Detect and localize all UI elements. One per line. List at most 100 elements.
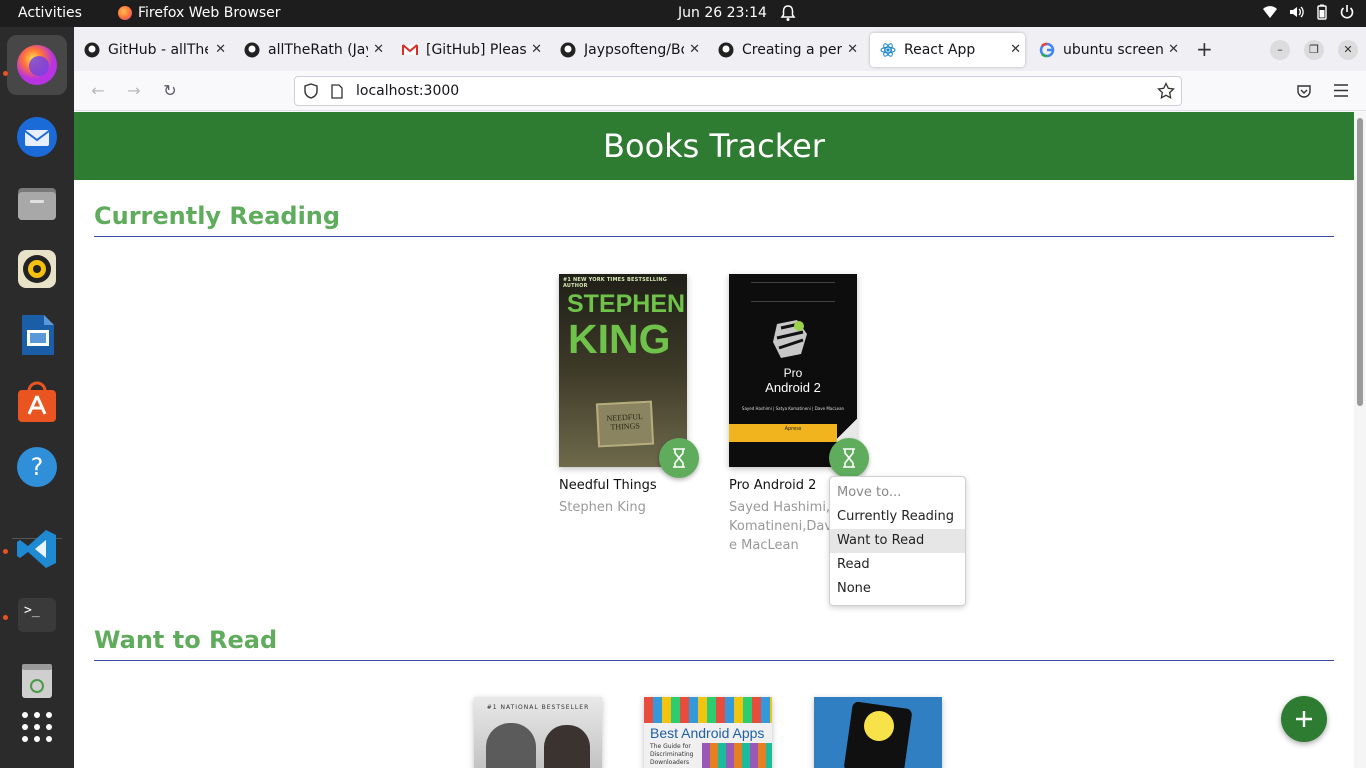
power-icon — [1340, 5, 1354, 19]
help-icon: ? — [17, 447, 57, 487]
tab-gmail[interactable]: [GitHub] Please ✕ — [392, 33, 546, 67]
cover-app-icons — [644, 697, 772, 723]
tab-close-icon[interactable]: ✕ — [689, 42, 700, 57]
activities-button[interactable]: Activities — [18, 5, 82, 21]
hourglass-icon — [673, 448, 685, 468]
folder-icon — [18, 188, 56, 220]
dock-vscode[interactable] — [7, 519, 67, 579]
app-menu[interactable]: Firefox Web Browser — [118, 5, 281, 21]
shopping-bag-icon — [18, 381, 56, 422]
dock-show-apps[interactable] — [7, 697, 67, 757]
cover-emblem — [773, 320, 807, 358]
back-button[interactable]: ← — [88, 81, 108, 101]
book-cover-want-1[interactable]: #1 NATIONAL BESTSELLER — [474, 697, 602, 768]
vscode-icon — [17, 530, 56, 568]
tab-close-icon[interactable]: ✕ — [531, 42, 542, 57]
plus-icon — [1296, 711, 1312, 727]
cover-blurb-lines — [751, 282, 835, 302]
github-icon — [718, 42, 734, 58]
cover-portrait — [544, 725, 590, 768]
bookmark-star-icon[interactable] — [1157, 82, 1175, 100]
app-menu-label: Firefox Web Browser — [138, 5, 281, 21]
book-title: Needful Things — [559, 478, 657, 493]
tab-close-icon[interactable]: ✕ — [215, 42, 226, 57]
tab-github-alltherath[interactable]: GitHub - allTheRath ✕ — [74, 33, 230, 67]
shelf-divider — [94, 236, 1334, 237]
maximize-button[interactable]: ❐ — [1304, 40, 1324, 60]
new-tab-button[interactable]: + — [1196, 37, 1213, 61]
cover-app-icons — [702, 743, 772, 768]
tab-github-profile[interactable]: allTheRath (Jay ✕ — [234, 33, 388, 67]
book-cover[interactable]: Pro Android 2 Sayed Hashimi | Satya Koma… — [729, 274, 857, 467]
book-authors: Sayed Hashimi, Komatineni,Dave MacLean — [729, 500, 833, 553]
option-read[interactable]: Read — [830, 553, 965, 577]
page-scrollbar[interactable] — [1354, 112, 1366, 768]
react-icon — [880, 43, 896, 57]
tab-close-icon[interactable]: ✕ — [1010, 42, 1021, 57]
cover-burst — [864, 711, 894, 741]
close-window-button[interactable]: ✕ — [1338, 40, 1358, 60]
add-book-button[interactable] — [1281, 696, 1327, 742]
page-viewport: Books Tracker Currently Reading #1 NEW Y… — [74, 112, 1354, 768]
dock-files[interactable] — [7, 173, 67, 233]
shelf-select-dropdown[interactable]: Move to... Currently Reading Want to Rea… — [829, 476, 966, 606]
tab-google-search[interactable]: ubuntu screens ✕ — [1029, 33, 1183, 67]
book-cover-want-3[interactable] — [814, 697, 942, 768]
tab-strip: GitHub - allTheRath ✕ allTheRath (Jay ✕ … — [74, 27, 1366, 71]
tab-close-icon[interactable]: ✕ — [847, 42, 858, 57]
system-tray[interactable] — [1262, 4, 1354, 20]
book-cover[interactable]: #1 NEW YORK TIMES BESTSELLING AUTHOR STE… — [559, 274, 687, 467]
dock-app-center[interactable] — [7, 371, 67, 431]
reload-button[interactable]: ↻ — [160, 81, 180, 101]
svg-text:>_: >_ — [24, 603, 40, 618]
tab-react-app[interactable]: React App ✕ — [870, 33, 1025, 67]
github-icon — [244, 42, 260, 58]
tab-github-repo[interactable]: Jaypsofteng/Bo ✕ — [550, 33, 704, 67]
minimize-button[interactable]: – — [1270, 40, 1290, 60]
tab-close-icon[interactable]: ✕ — [373, 42, 384, 57]
svg-text:?: ? — [31, 453, 44, 481]
running-indicator — [3, 71, 8, 76]
dock-rhythmbox[interactable] — [7, 239, 67, 299]
shelf-changer-button[interactable] — [659, 438, 699, 478]
tab-close-icon[interactable]: ✕ — [1168, 42, 1179, 57]
presentation-icon — [22, 315, 54, 355]
dock-impress[interactable] — [7, 305, 67, 365]
github-icon — [560, 42, 576, 58]
clock[interactable]: Jun 26 23:14 — [678, 5, 767, 21]
shelf-changer-button[interactable] — [829, 438, 869, 478]
menu-header-move-to: Move to... — [837, 485, 902, 500]
address-bar[interactable]: localhost:3000 — [294, 76, 1182, 106]
hourglass-icon — [843, 448, 855, 468]
app-grid-icon — [22, 712, 52, 742]
shelf-title-currently-reading: Currently Reading — [94, 202, 341, 230]
app-header: Books Tracker — [74, 112, 1354, 180]
running-indicator — [3, 549, 8, 554]
hamburger-menu-icon[interactable] — [1334, 84, 1348, 97]
wifi-icon — [1263, 6, 1277, 18]
dock-firefox[interactable] — [7, 35, 67, 95]
url-text[interactable]: localhost:3000 — [356, 83, 459, 99]
forward-button[interactable]: → — [124, 81, 144, 101]
trash-icon — [22, 664, 52, 698]
page-icon[interactable] — [331, 84, 343, 99]
option-currently-reading[interactable]: Currently Reading — [830, 505, 965, 529]
speaker-icon — [18, 250, 56, 288]
scrollbar-thumb[interactable] — [1357, 118, 1363, 406]
shield-icon[interactable] — [303, 83, 319, 99]
option-none[interactable]: None — [830, 577, 965, 601]
book-needful-things: #1 NEW YORK TIMES BESTSELLING AUTHOR STE… — [559, 274, 699, 524]
dock-terminal[interactable]: >_ — [7, 585, 67, 645]
tab-github-creating[interactable]: Creating a pers ✕ — [708, 33, 862, 67]
dock-thunderbird[interactable] — [7, 107, 67, 167]
pocket-icon[interactable] — [1296, 83, 1312, 99]
book-cover-want-2[interactable]: Best Android Apps The Guide for Discrimi… — [644, 697, 772, 768]
google-icon — [1039, 42, 1055, 58]
thunderbird-icon — [17, 117, 57, 157]
shelf-divider — [94, 660, 1334, 661]
running-indicator — [3, 615, 8, 620]
firefox-icon — [17, 45, 57, 85]
option-want-to-read[interactable]: Want to Read — [830, 529, 965, 553]
dock-help[interactable]: ? — [7, 437, 67, 497]
github-icon — [84, 42, 100, 58]
